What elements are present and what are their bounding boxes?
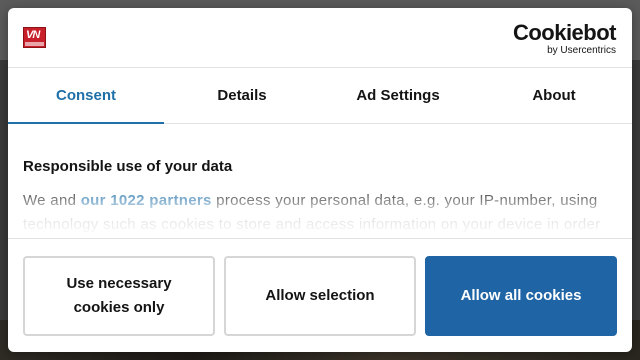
allow-all-cookies-button[interactable]: Allow all cookies	[425, 256, 617, 336]
body-text-start: We and	[23, 192, 81, 209]
allow-selection-button[interactable]: Allow selection	[224, 256, 416, 336]
use-necessary-cookies-label: Use necessary cookies only	[66, 275, 172, 316]
cookiebot-logo[interactable]: Cookiebot by Usercentrics	[512, 20, 617, 57]
site-logo-strip	[25, 42, 44, 46]
consent-button-bar: Use necessary cookies only Allow selecti…	[8, 238, 632, 352]
dialog-header: VN Cookiebot by Usercentrics	[8, 8, 632, 68]
allow-selection-label: Allow selection	[265, 287, 375, 304]
use-necessary-cookies-button[interactable]: Use necessary cookies only	[23, 256, 215, 336]
consent-tabs: Consent Details Ad Settings About	[8, 68, 632, 124]
site-logo-mark: VN	[26, 29, 40, 41]
cookie-consent-dialog: VN Cookiebot by Usercentrics Consent Det…	[8, 8, 632, 352]
consent-body-text: We and our 1022 partners process your pe…	[23, 189, 617, 237]
site-logo: VN	[23, 27, 46, 48]
tab-consent[interactable]: Consent	[8, 68, 164, 124]
tab-ad-settings[interactable]: Ad Settings	[320, 68, 476, 123]
allow-all-cookies-label: Allow all cookies	[460, 287, 582, 304]
partners-link[interactable]: our 1022 partners	[81, 192, 212, 209]
tab-details[interactable]: Details	[164, 68, 320, 123]
consent-heading: Responsible use of your data	[23, 158, 233, 175]
tab-about[interactable]: About	[476, 68, 632, 123]
cookiebot-brand-sub: by Usercentrics	[547, 45, 616, 56]
consent-content: Responsible use of your data We and our …	[8, 124, 632, 238]
cookiebot-brand-name: Cookiebot	[512, 20, 617, 45]
